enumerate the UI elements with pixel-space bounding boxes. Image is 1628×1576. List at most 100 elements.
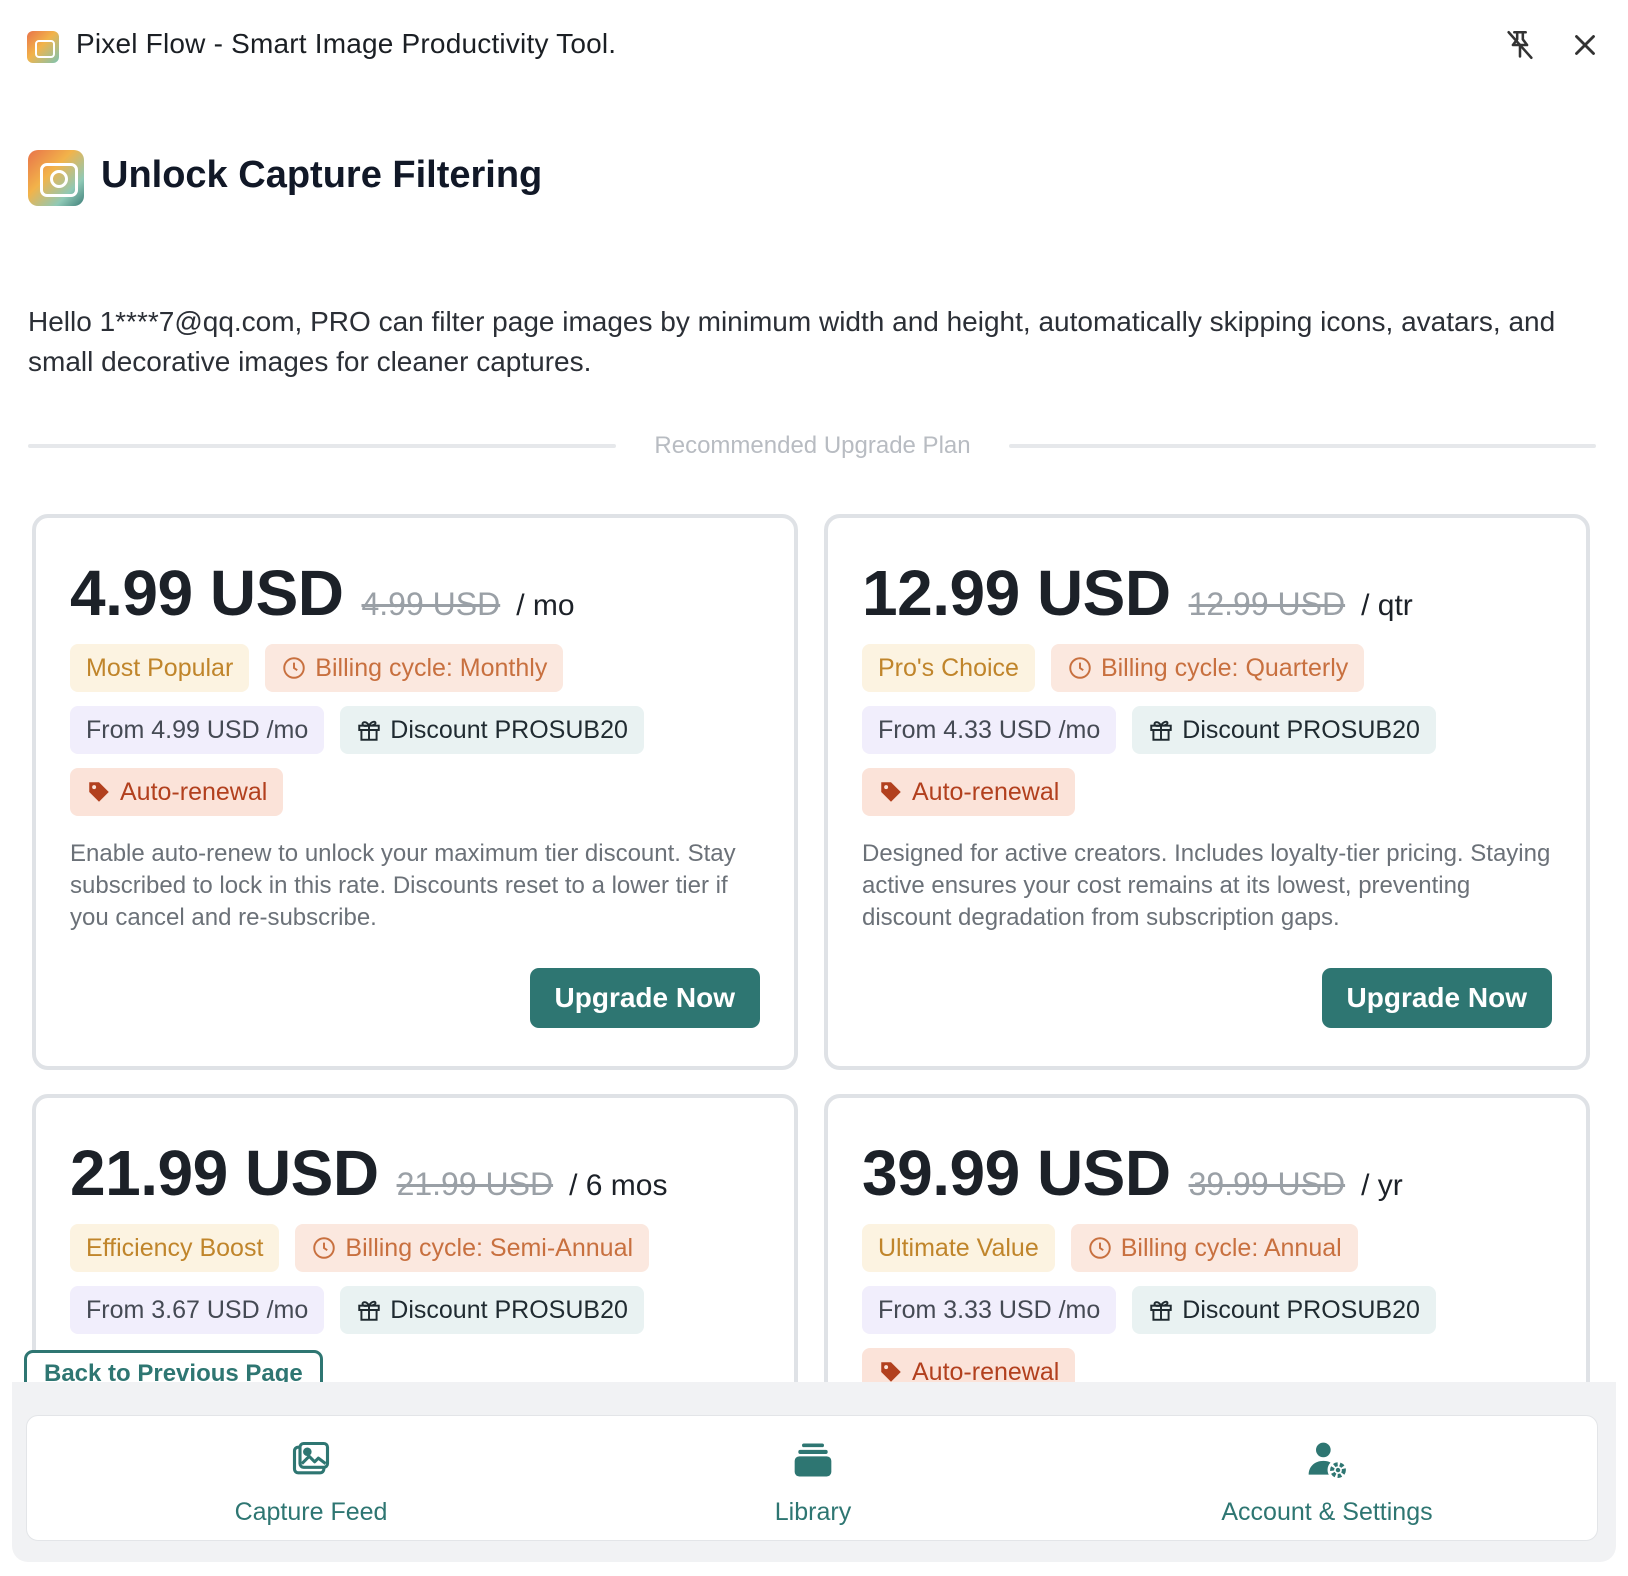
unpin-icon[interactable] <box>1503 28 1537 62</box>
clock-icon <box>283 657 306 679</box>
billing-cycle-label: Billing cycle: Monthly <box>315 654 548 682</box>
intro-text: Hello 1****7@qq.com, PRO can filter page… <box>28 306 1556 377</box>
nav-capture-feed[interactable]: Capture Feed <box>181 1416 441 1542</box>
badge-row: Auto-renewal <box>70 768 284 816</box>
from-price-badge: From 3.33 USD /mo <box>862 1286 1117 1334</box>
billing-cycle-badge: Billing cycle: Quarterly <box>1050 644 1365 692</box>
badge-row: From 4.33 USD /mo Discount PROSUB20 <box>862 706 1436 754</box>
plan-card-quarterly: 12.99 USD 12.99 USD / qtr Pro's Choice B… <box>824 514 1590 1070</box>
plan-tag-badge: Most Popular <box>70 644 250 692</box>
page-title: Unlock Capture Filtering <box>101 154 543 196</box>
auto-renewal-label: Auto-renewal <box>120 778 268 806</box>
app-logo-icon <box>27 31 59 63</box>
price-line: 21.99 USD 21.99 USD / 6 mos <box>70 1136 667 1210</box>
plan-card-monthly: 4.99 USD 4.99 USD / mo Most Popular Bill… <box>32 514 798 1070</box>
discount-label: Discount PROSUB20 <box>1182 1296 1420 1324</box>
nav-account-settings[interactable]: Account & Settings <box>1167 1416 1487 1542</box>
price-period: / 6 mos <box>569 1169 668 1202</box>
auto-renewal-badge: Auto-renewal <box>862 768 1076 816</box>
divider-label: Recommended Upgrade Plan <box>654 432 971 459</box>
old-price: 21.99 USD <box>396 1166 554 1202</box>
stack-icon <box>794 1443 832 1477</box>
from-price-badge: From 3.67 USD /mo <box>70 1286 325 1334</box>
tag-icon <box>89 782 109 802</box>
window-title: Pixel Flow - Smart Image Productivity To… <box>76 28 617 59</box>
from-price-badge: From 4.99 USD /mo <box>70 706 325 754</box>
clock-icon <box>1069 657 1091 679</box>
divider-right <box>1009 444 1596 448</box>
price-line: 39.99 USD 39.99 USD / yr <box>862 1136 1403 1210</box>
old-price: 39.99 USD <box>1188 1166 1346 1202</box>
discount-badge: Discount PROSUB20 <box>1132 706 1436 754</box>
feature-logo-icon <box>28 150 84 206</box>
discount-badge: Discount PROSUB20 <box>1132 1286 1436 1334</box>
old-price: 12.99 USD <box>1188 586 1346 622</box>
badge-row: Auto-renewal <box>862 1348 1076 1382</box>
gift-icon <box>1150 1300 1173 1321</box>
nav-library[interactable]: Library <box>683 1416 943 1542</box>
plan-description: Enable auto-renew to unlock your maximum… <box>70 840 736 931</box>
plan-tag-badge: Efficiency Boost <box>70 1224 280 1272</box>
price-period: / qtr <box>1361 589 1413 622</box>
badge-row: Auto-renewal <box>862 768 1076 816</box>
plan-tag-label: Most Popular <box>86 654 234 682</box>
discount-label: Discount PROSUB20 <box>1182 716 1420 744</box>
nav-account-settings-label: Account & Settings <box>1221 1498 1433 1526</box>
price: 12.99 USD <box>862 557 1171 629</box>
badge-row: Efficiency Boost Billing cycle: Semi-Ann… <box>70 1224 650 1272</box>
user-settings-icon <box>1308 1442 1346 1478</box>
auto-renewal-badge: Auto-renewal <box>70 768 284 816</box>
upgrade-now-button[interactable]: Upgrade Now <box>1321 968 1552 1028</box>
gift-icon <box>358 1300 381 1321</box>
badge-row: From 4.99 USD /mo Discount PROSUB20 <box>70 706 644 754</box>
plans-scroll-area[interactable]: 4.99 USD 4.99 USD / mo Most Popular Bill… <box>0 500 1628 1382</box>
upgrade-now-button[interactable]: Upgrade Now <box>529 968 760 1028</box>
plan-card-annual: 39.99 USD 39.99 USD / yr Ultimate Value … <box>824 1094 1590 1382</box>
auto-renewal-badge: Auto-renewal <box>862 1348 1076 1382</box>
discount-label: Discount PROSUB20 <box>390 1296 628 1324</box>
price-line: 12.99 USD 12.99 USD / qtr <box>862 556 1413 630</box>
badge-row: Most Popular Billing cycle: Monthly <box>70 644 564 692</box>
plan-tag-label: Efficiency Boost <box>86 1234 264 1262</box>
clock-icon <box>1088 1237 1111 1259</box>
from-price-label: From 4.33 USD /mo <box>878 716 1101 744</box>
gift-icon <box>358 720 381 741</box>
badge-row: Pro's Choice Billing cycle: Quarterly <box>862 644 1365 692</box>
badge-row: From 3.33 USD /mo Discount PROSUB20 <box>862 1286 1436 1334</box>
price: 4.99 USD <box>70 557 344 629</box>
from-price-label: From 3.67 USD /mo <box>86 1296 309 1324</box>
plan-tag-badge: Ultimate Value <box>862 1224 1055 1272</box>
title-bar: Pixel Flow - Smart Image Productivity To… <box>0 0 1628 92</box>
plan-card-semi-annual: 21.99 USD 21.99 USD / 6 mos Efficiency B… <box>32 1094 798 1382</box>
plan-tag-badge: Pro's Choice <box>862 644 1035 692</box>
divider-left <box>28 444 616 448</box>
tag-icon <box>881 1362 901 1382</box>
discount-badge: Discount PROSUB20 <box>340 706 644 754</box>
close-icon[interactable] <box>1568 28 1602 62</box>
discount-badge: Discount PROSUB20 <box>340 1286 644 1334</box>
nav-capture-feed-label: Capture Feed <box>234 1498 388 1526</box>
plan-tag-label: Ultimate Value <box>878 1234 1039 1262</box>
gift-icon <box>1150 720 1173 741</box>
from-price-badge: From 4.33 USD /mo <box>862 706 1117 754</box>
price: 39.99 USD <box>862 1137 1171 1209</box>
nav-library-label: Library <box>774 1498 852 1526</box>
price-line: 4.99 USD 4.99 USD / mo <box>70 556 575 630</box>
bottom-nav: Capture Feed Library Account & Settings <box>26 1415 1598 1541</box>
clock-icon <box>313 1237 336 1259</box>
auto-renewal-label: Auto-renewal <box>912 1358 1060 1382</box>
from-price-label: From 4.99 USD /mo <box>86 716 309 744</box>
billing-cycle-label: Billing cycle: Quarterly <box>1100 654 1349 682</box>
badge-row: Ultimate Value Billing cycle: Annual <box>862 1224 1358 1272</box>
billing-cycle-badge: Billing cycle: Semi-Annual <box>295 1224 650 1272</box>
tag-icon <box>881 782 901 802</box>
from-price-label: From 3.33 USD /mo <box>878 1296 1101 1324</box>
plan-description: Designed for active creators. Includes l… <box>862 840 1551 931</box>
old-price: 4.99 USD <box>361 586 501 622</box>
badge-row: From 3.67 USD /mo Discount PROSUB20 <box>70 1286 644 1334</box>
billing-cycle-badge: Billing cycle: Annual <box>1070 1224 1358 1272</box>
price-period: / yr <box>1361 1169 1403 1202</box>
billing-cycle-badge: Billing cycle: Monthly <box>265 644 564 692</box>
image-icon <box>292 1441 330 1475</box>
price-period: / mo <box>516 589 575 622</box>
